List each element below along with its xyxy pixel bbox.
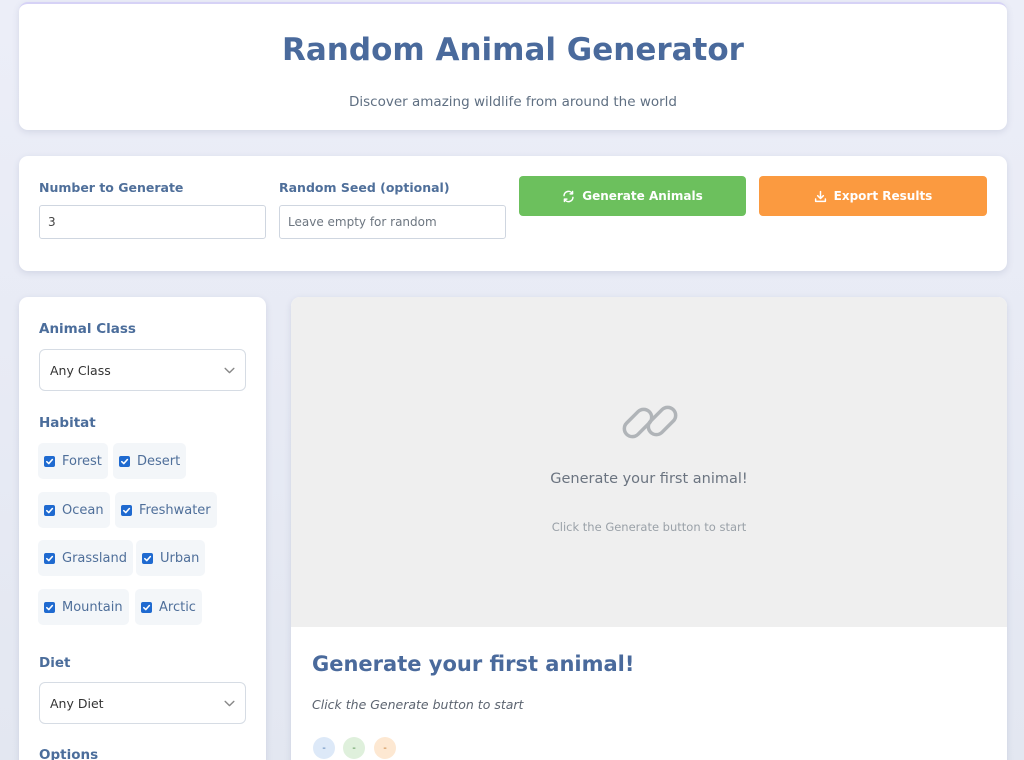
seed-label: Random Seed (optional) — [279, 180, 450, 195]
animal-class-label: Animal Class — [39, 321, 136, 337]
seed-input[interactable] — [279, 205, 506, 239]
checkbox-checked-icon[interactable] — [121, 504, 132, 516]
link-icon — [619, 391, 681, 457]
diet-value: Any Diet — [50, 695, 104, 711]
page-title: Random Animal Generator — [282, 32, 744, 68]
animal-description: Click the Generate button to start — [312, 697, 524, 712]
habitat-chip-arctic[interactable]: Arctic — [135, 589, 202, 625]
class-badge: - — [313, 737, 335, 759]
refresh-icon — [562, 190, 575, 203]
diet-badge: - — [374, 737, 396, 759]
habitat-label-ocean: Ocean — [62, 502, 104, 518]
checkbox-checked-icon[interactable] — [141, 601, 152, 613]
checkbox-checked-icon[interactable] — [44, 504, 55, 516]
export-button[interactable]: Export Results — [759, 176, 987, 216]
diet-select[interactable]: Any Diet — [39, 682, 246, 724]
checkbox-checked-icon[interactable] — [44, 601, 55, 613]
filters-sidebar: Animal Class Any Class Habitat Forest De… — [19, 297, 266, 760]
habitat-chip-freshwater[interactable]: Freshwater — [115, 492, 217, 528]
page-subtitle: Discover amazing wildlife from around th… — [349, 94, 677, 110]
download-icon — [814, 190, 827, 203]
animal-image-placeholder: Generate your first animal! Click the Ge… — [291, 297, 1007, 627]
export-button-label: Export Results — [833, 189, 933, 203]
generate-button[interactable]: Generate Animals — [519, 176, 746, 216]
controls-card: Number to Generate Random Seed (optional… — [19, 156, 1007, 271]
placeholder-title: Generate your first animal! — [550, 471, 748, 487]
habitat-label-desert: Desert — [137, 453, 181, 469]
result-card: Generate your first animal! Click the Ge… — [291, 297, 1007, 760]
checkbox-checked-icon[interactable] — [44, 552, 55, 564]
header-card: Random Animal Generator Discover amazing… — [19, 2, 1007, 130]
options-label: Options — [39, 747, 99, 760]
habitat-label-grassland: Grassland — [62, 550, 127, 566]
placeholder-subtitle: Click the Generate button to start — [551, 520, 747, 534]
count-input[interactable] — [39, 205, 266, 239]
checkbox-checked-icon[interactable] — [44, 455, 55, 467]
chevron-down-icon — [223, 697, 236, 713]
habitat-chip-desert[interactable]: Desert — [113, 443, 187, 479]
habitat-label-urban: Urban — [160, 550, 200, 566]
habitat-chip-grassland[interactable]: Grassland — [38, 540, 133, 576]
checkbox-checked-icon[interactable] — [119, 455, 130, 467]
generate-button-label: Generate Animals — [582, 189, 703, 203]
habitat-badge: - — [343, 737, 365, 759]
habitat-label-mountain: Mountain — [62, 599, 123, 615]
habitat-label-arctic: Arctic — [159, 599, 196, 615]
habitat-label-forest: Forest — [62, 453, 102, 469]
checkbox-checked-icon[interactable] — [142, 552, 153, 564]
habitat-label-freshwater: Freshwater — [139, 502, 211, 518]
habitat-chip-mountain[interactable]: Mountain — [38, 589, 129, 625]
count-label: Number to Generate — [39, 180, 184, 195]
chevron-down-icon — [223, 364, 236, 380]
animal-class-select[interactable]: Any Class — [39, 349, 246, 391]
diet-label: Diet — [39, 655, 71, 671]
habitat-chip-urban[interactable]: Urban — [136, 540, 206, 576]
habitat-label: Habitat — [39, 415, 96, 431]
habitat-chip-ocean[interactable]: Ocean — [38, 492, 110, 528]
animal-name: Generate your first animal! — [312, 652, 635, 676]
habitat-chip-forest[interactable]: Forest — [38, 443, 108, 479]
animal-class-value: Any Class — [50, 362, 111, 378]
